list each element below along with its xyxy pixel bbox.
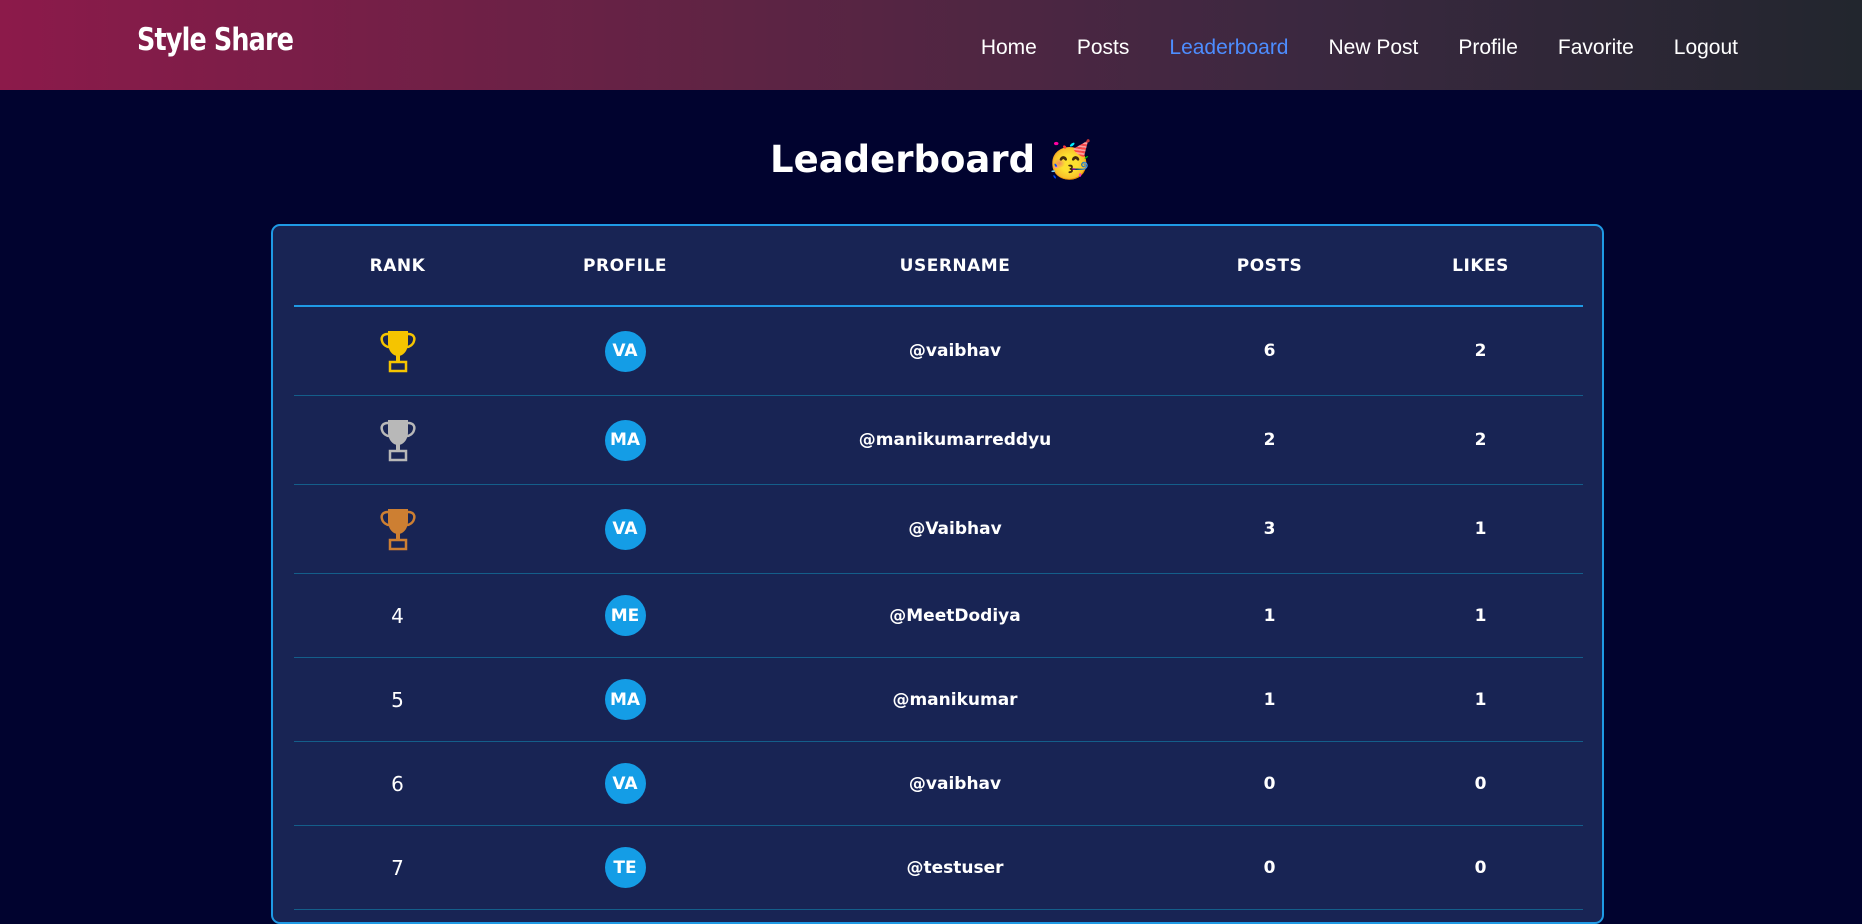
username[interactable]: @vaibhav xyxy=(909,341,1001,361)
profile-cell: VA xyxy=(501,330,749,372)
username[interactable]: @vaibhav xyxy=(909,774,1001,794)
trophy-gold-icon xyxy=(379,331,416,373)
leaderboard-card: RANK PROFILE USERNAME POSTS LIKES VA @vai… xyxy=(271,224,1604,924)
username-cell: @Vaibhav xyxy=(749,519,1161,539)
brand-logo[interactable]: Style Share xyxy=(137,22,294,58)
profile-cell: ME xyxy=(501,595,749,636)
nav-link-home[interactable]: Home xyxy=(981,36,1037,60)
rank-cell: 4 xyxy=(294,604,501,628)
posts-cell: 3 xyxy=(1161,519,1378,539)
table-row: VA @Vaibhav 3 1 xyxy=(294,485,1583,574)
username-cell: @vaibhav xyxy=(749,774,1161,794)
nav-links: Home Posts Leaderboard New Post Profile … xyxy=(941,36,1738,60)
header-rank: RANK xyxy=(369,255,426,276)
table-row: VA @vaibhav 6 2 xyxy=(294,307,1583,396)
likes-count: 0 xyxy=(1474,857,1487,878)
table-row: 6 VA @vaibhav 0 0 xyxy=(294,742,1583,826)
username[interactable]: @MeetDodiya xyxy=(889,606,1020,626)
likes-count: 0 xyxy=(1474,773,1487,794)
username-cell: @MeetDodiya xyxy=(749,606,1161,626)
posts-cell: 0 xyxy=(1161,858,1378,878)
avatar[interactable]: VA xyxy=(604,330,646,372)
table-header: RANK PROFILE USERNAME POSTS LIKES xyxy=(294,226,1583,307)
likes-cell: 2 xyxy=(1378,430,1583,450)
likes-count: 1 xyxy=(1474,519,1487,539)
posts-cell: 1 xyxy=(1161,690,1378,710)
username[interactable]: @manikumar xyxy=(892,690,1017,710)
header-likes: LIKES xyxy=(1452,255,1509,276)
nav-link-posts[interactable]: Posts xyxy=(1077,36,1130,60)
likes-cell: 1 xyxy=(1378,519,1583,539)
avatar[interactable]: TE xyxy=(604,847,646,888)
posts-count: 1 xyxy=(1263,605,1276,626)
profile-cell: TE xyxy=(501,847,749,888)
likes-count: 1 xyxy=(1474,689,1487,710)
rank-cell xyxy=(294,418,501,462)
username-cell: @manikumar xyxy=(749,690,1161,710)
nav-link-leaderboard[interactable]: Leaderboard xyxy=(1169,36,1288,60)
posts-cell: 1 xyxy=(1161,606,1378,626)
nav-link-profile[interactable]: Profile xyxy=(1458,36,1518,60)
table-body: VA @vaibhav 6 2 MA @manikumarreddyu 2 2 VA @Vaibh… xyxy=(294,307,1583,910)
likes-cell: 1 xyxy=(1378,690,1583,710)
likes-cell: 1 xyxy=(1378,606,1583,626)
posts-count: 6 xyxy=(1263,341,1276,361)
rank-cell: 5 xyxy=(294,688,501,712)
page-title-text: Leaderboard xyxy=(770,138,1036,181)
posts-cell: 6 xyxy=(1161,341,1378,361)
likes-cell: 0 xyxy=(1378,774,1583,794)
trophy-silver-icon xyxy=(379,420,416,462)
username[interactable]: @testuser xyxy=(906,858,1003,878)
nav-link-favorite[interactable]: Favorite xyxy=(1558,36,1634,60)
profile-cell: MA xyxy=(501,419,749,461)
trophy-bronze-icon xyxy=(379,509,416,551)
rank-cell: 7 xyxy=(294,856,501,880)
nav-link-logout[interactable]: Logout xyxy=(1674,36,1738,60)
header-posts: POSTS xyxy=(1236,255,1303,276)
table-row: MA @manikumarreddyu 2 2 xyxy=(294,396,1583,485)
posts-count: 3 xyxy=(1263,519,1276,539)
likes-count: 2 xyxy=(1474,341,1487,361)
posts-count: 0 xyxy=(1263,857,1276,878)
nav-link-new-post[interactable]: New Post xyxy=(1329,36,1419,60)
avatar[interactable]: VA xyxy=(604,508,646,550)
posts-count: 1 xyxy=(1263,689,1276,710)
posts-count: 2 xyxy=(1263,430,1276,450)
rank-number: 4 xyxy=(391,603,404,628)
posts-count: 0 xyxy=(1263,773,1276,794)
table-row: 7 TE @testuser 0 0 xyxy=(294,826,1583,910)
posts-cell: 2 xyxy=(1161,430,1378,450)
avatar[interactable]: VA xyxy=(604,763,646,804)
rank-cell xyxy=(294,507,501,551)
navbar: Style Share Home Posts Leaderboard New P… xyxy=(0,0,1862,90)
avatar[interactable]: ME xyxy=(604,595,646,636)
likes-count: 2 xyxy=(1474,430,1487,450)
profile-cell: VA xyxy=(501,763,749,804)
avatar[interactable]: MA xyxy=(604,679,646,720)
username-cell: @vaibhav xyxy=(749,341,1161,361)
username[interactable]: @manikumarreddyu xyxy=(859,430,1052,450)
username[interactable]: @Vaibhav xyxy=(908,519,1001,539)
rank-cell xyxy=(294,329,501,373)
table-row: 4 ME @MeetDodiya 1 1 xyxy=(294,574,1583,658)
rank-number: 6 xyxy=(391,771,404,796)
table-row: 5 MA @manikumar 1 1 xyxy=(294,658,1583,742)
rank-number: 5 xyxy=(391,687,404,712)
posts-cell: 0 xyxy=(1161,774,1378,794)
party-face-icon: 🥳 xyxy=(1047,140,1092,181)
rank-cell: 6 xyxy=(294,772,501,796)
avatar[interactable]: MA xyxy=(604,419,646,461)
likes-cell: 0 xyxy=(1378,858,1583,878)
page-title: Leaderboard 🥳 xyxy=(0,138,1862,181)
profile-cell: MA xyxy=(501,679,749,720)
likes-count: 1 xyxy=(1474,605,1487,626)
header-username: USERNAME xyxy=(899,255,1011,276)
profile-cell: VA xyxy=(501,508,749,550)
username-cell: @testuser xyxy=(749,858,1161,878)
username-cell: @manikumarreddyu xyxy=(749,430,1161,450)
likes-cell: 2 xyxy=(1378,341,1583,361)
rank-number: 7 xyxy=(391,855,404,880)
leaderboard-table: RANK PROFILE USERNAME POSTS LIKES VA @vai… xyxy=(294,226,1583,910)
header-profile: PROFILE xyxy=(583,255,667,276)
